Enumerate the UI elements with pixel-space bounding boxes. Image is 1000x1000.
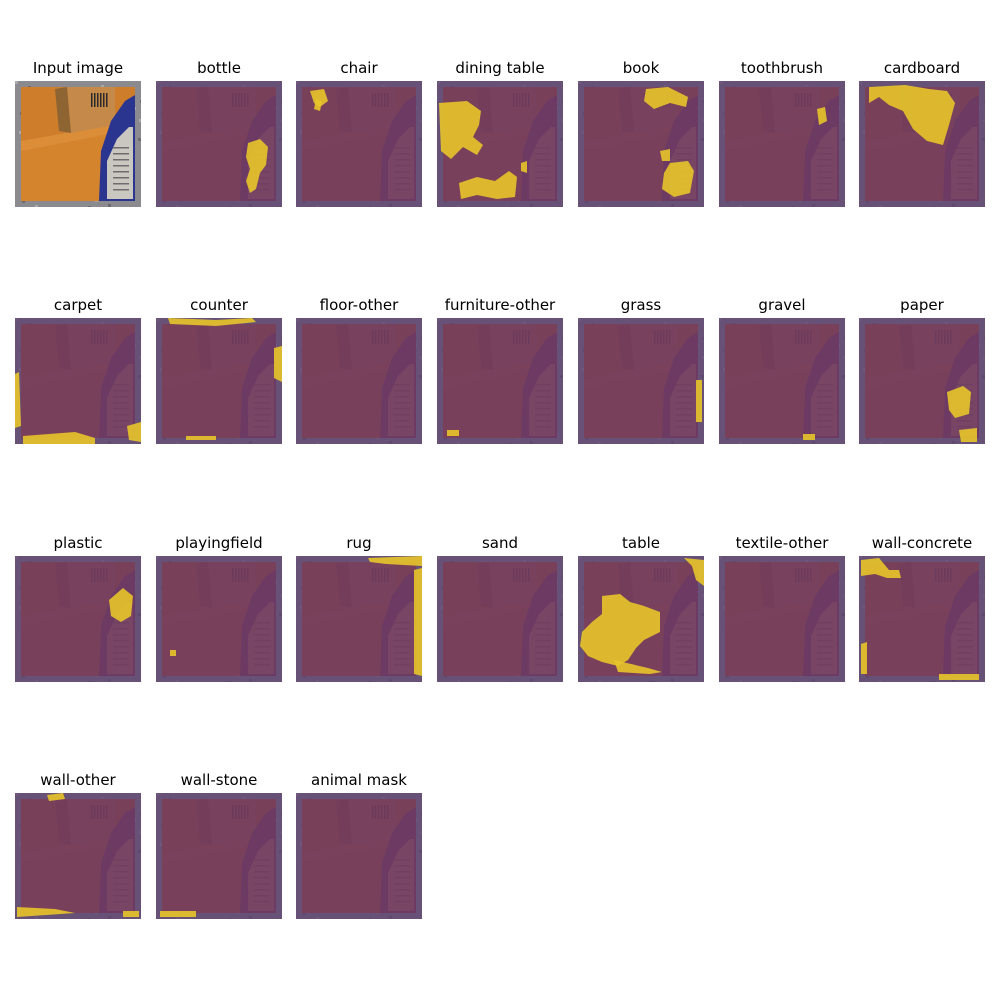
segmentation-mask-image — [156, 318, 282, 444]
segmentation-mask-image — [296, 318, 422, 444]
segmentation-mask-image — [719, 556, 845, 682]
segmentation-mask-image — [15, 318, 141, 444]
panel-title: wall-concrete — [871, 534, 973, 552]
segmentation-mask-image — [578, 81, 704, 207]
segmentation-mask-image — [719, 318, 845, 444]
segmentation-mask-image — [437, 556, 563, 682]
segmentation-mask-image — [578, 318, 704, 444]
segmentation-mask-image — [296, 81, 422, 207]
input-image — [15, 81, 141, 207]
segmentation-mask-image — [437, 318, 563, 444]
panel-title: animal mask — [311, 771, 407, 789]
segmentation-mask-image — [156, 556, 282, 682]
segmentation-mask-image — [859, 556, 985, 682]
segmentation-mask-image — [156, 81, 282, 207]
segmentation-mask-image — [578, 556, 704, 682]
panel-title: cardboard — [883, 59, 961, 77]
panel-title: paper — [900, 296, 944, 314]
segmentation-mask-image — [859, 318, 985, 444]
segmentation-mask-image — [15, 793, 141, 919]
segmentation-mask-image — [719, 81, 845, 207]
segmentation-mask-image — [296, 556, 422, 682]
segmentation-mask-image — [15, 556, 141, 682]
segmentation-mask-image — [859, 81, 985, 207]
segmentation-mask-image — [437, 81, 563, 207]
segmentation-mask-image — [156, 793, 282, 919]
segmentation-mask-image — [296, 793, 422, 919]
